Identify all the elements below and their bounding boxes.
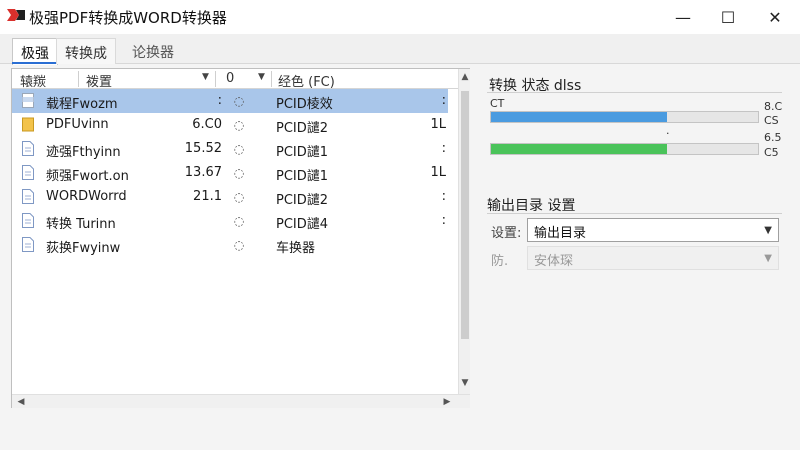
header-status[interactable]: 0 — [226, 71, 234, 86]
header-separator[interactable] — [78, 71, 79, 87]
file-extra: : — [441, 141, 446, 156]
scroll-thumb[interactable] — [461, 91, 469, 339]
tab-2[interactable]: 转换成 — [56, 38, 116, 64]
file-name: 载程Fwozm — [46, 97, 118, 112]
progress-bar-2 — [490, 143, 759, 155]
progress-fill-2 — [491, 144, 668, 154]
progress-bar-1 — [490, 111, 759, 123]
chevron-down-icon[interactable]: ▼ — [764, 225, 772, 236]
maximize-button[interactable]: ☐ — [705, 0, 751, 34]
table-row[interactable]: 转换 Turinn ◌ PCID譴4: — [12, 209, 448, 233]
file-type: PCID譴1 — [276, 145, 329, 160]
status-circle-icon: ◌ — [233, 142, 245, 156]
secondary-select[interactable]: 安体琛 ▼ — [527, 246, 779, 270]
bar2-value-top: 6.5 — [764, 131, 782, 144]
folder-icon — [22, 117, 34, 132]
setting-label-1: 设置: — [491, 226, 522, 241]
table-row[interactable]: 荻换Fwyinw ◌ 车换器 — [12, 233, 448, 257]
output-group-title: 输出目录 设置 — [487, 198, 576, 214]
tab-3[interactable]: 论换器 — [124, 38, 182, 64]
output-dir-select[interactable]: 输出目录 ▼ — [527, 218, 779, 242]
file-list[interactable]: 辕羰 袯置 ▼ 0 ▼ 经色 (FC) 载程Fwozm: ◌ PCID棱效: PDFU… — [11, 68, 470, 408]
header-name[interactable]: 辕羰 — [20, 71, 46, 90]
scroll-down-icon[interactable]: ▼ — [459, 378, 471, 392]
table-row[interactable]: PDFUvinn 6.C0 ◌ PCID譴2 1L — [12, 113, 448, 137]
file-extra: 1L — [430, 165, 446, 180]
header-size[interactable]: 袯置 — [86, 71, 112, 90]
bar1-value-bottom: CS — [764, 114, 779, 127]
bar1-label: CT — [490, 97, 505, 110]
file-name: 频强Fwort.on — [46, 169, 129, 184]
title-bar: 极强PDF转换成WORD转换器 — ☐ ✕ — [0, 0, 800, 34]
setting-label-2: 防. — [491, 254, 509, 269]
scroll-right-icon[interactable]: ▶ — [440, 395, 454, 409]
secondary-select-value: 安体琛 — [534, 254, 574, 269]
file-name: PDFUvinn — [46, 117, 109, 132]
file-type: PCID譴4 — [276, 217, 329, 232]
file-type: PCID譴1 — [276, 169, 329, 184]
status-divider — [487, 92, 782, 93]
header-separator[interactable] — [271, 71, 272, 87]
tab-1[interactable]: 极强 — [12, 38, 58, 65]
file-name: WORDWorrd — [46, 189, 127, 204]
status-circle-icon: ◌ — [233, 118, 245, 132]
bar-mid-mark: · — [666, 127, 670, 140]
status-circle-icon: ◌ — [233, 190, 245, 204]
window-title: 极强PDF转换成WORD转换器 — [29, 9, 227, 27]
status-circle-icon: ◌ — [233, 166, 245, 180]
scroll-left-icon[interactable]: ◀ — [14, 395, 28, 409]
file-type: 车换器 — [276, 241, 316, 256]
doc-icon — [22, 141, 34, 156]
progress-fill-1 — [491, 112, 668, 122]
doc-icon — [22, 213, 34, 228]
doc-icon — [22, 165, 34, 180]
sort-arrow-icon[interactable]: ▼ — [202, 72, 209, 82]
status-circle-icon: ◌ — [233, 238, 245, 252]
file-extra: 1L — [430, 117, 446, 132]
header-type[interactable]: 经色 (FC) — [278, 71, 335, 90]
file-size: 13.67 — [184, 165, 222, 180]
scroll-up-icon[interactable]: ▲ — [459, 72, 471, 86]
status-circle-icon: ◌ — [233, 214, 245, 228]
table-row[interactable]: WORDWorrd 21.1 ◌ PCID譴2: — [12, 185, 448, 209]
file-extra: : — [441, 189, 446, 204]
file-size: 15.52 — [184, 141, 222, 156]
pdf-icon — [22, 93, 34, 108]
table-row[interactable]: 频强Fwort.on 13.67 ◌ PCID譴1 1L — [12, 161, 448, 185]
status-circle-icon: ◌ — [233, 94, 245, 108]
file-type: PCID譴2 — [276, 193, 329, 208]
output-divider — [487, 213, 782, 214]
file-name: 迹强Fthyinn — [46, 145, 121, 160]
file-type: PCID譴2 — [276, 121, 329, 136]
vertical-scrollbar[interactable]: ▲ ▼ — [458, 69, 470, 394]
file-type: PCID棱效 — [276, 97, 333, 112]
file-size: : — [217, 93, 222, 108]
bar1-value-top: 8.C — [764, 100, 783, 113]
file-name: 荻换Fwyinw — [46, 241, 121, 256]
app-logo-icon — [7, 7, 25, 23]
file-name: 转换 Turinn — [46, 217, 116, 232]
horizontal-scrollbar[interactable]: ◀ ▶ — [12, 394, 470, 408]
table-row[interactable]: 迹强Fthyinn 15.52 ◌ PCID譴1: — [12, 137, 448, 161]
file-extra: : — [441, 213, 446, 228]
doc-icon — [22, 237, 34, 252]
column-header: 辕羰 袯置 ▼ 0 ▼ 经色 (FC) — [12, 69, 458, 90]
active-tab-indicator — [12, 62, 56, 64]
file-size: 6.C0 — [192, 117, 222, 132]
chevron-down-icon[interactable]: ▼ — [764, 253, 772, 264]
file-size: 21.1 — [193, 189, 222, 204]
close-button[interactable]: ✕ — [752, 0, 798, 34]
bar2-value-bottom: C5 — [764, 146, 779, 159]
doc-icon — [22, 189, 34, 204]
output-dir-value: 输出目录 — [534, 226, 587, 241]
minimize-button[interactable]: — — [660, 0, 706, 34]
table-row[interactable]: 载程Fwozm: ◌ PCID棱效: — [12, 89, 448, 113]
file-extra: : — [441, 93, 446, 108]
header-separator[interactable] — [215, 71, 216, 87]
sort-arrow-icon[interactable]: ▼ — [258, 72, 265, 82]
